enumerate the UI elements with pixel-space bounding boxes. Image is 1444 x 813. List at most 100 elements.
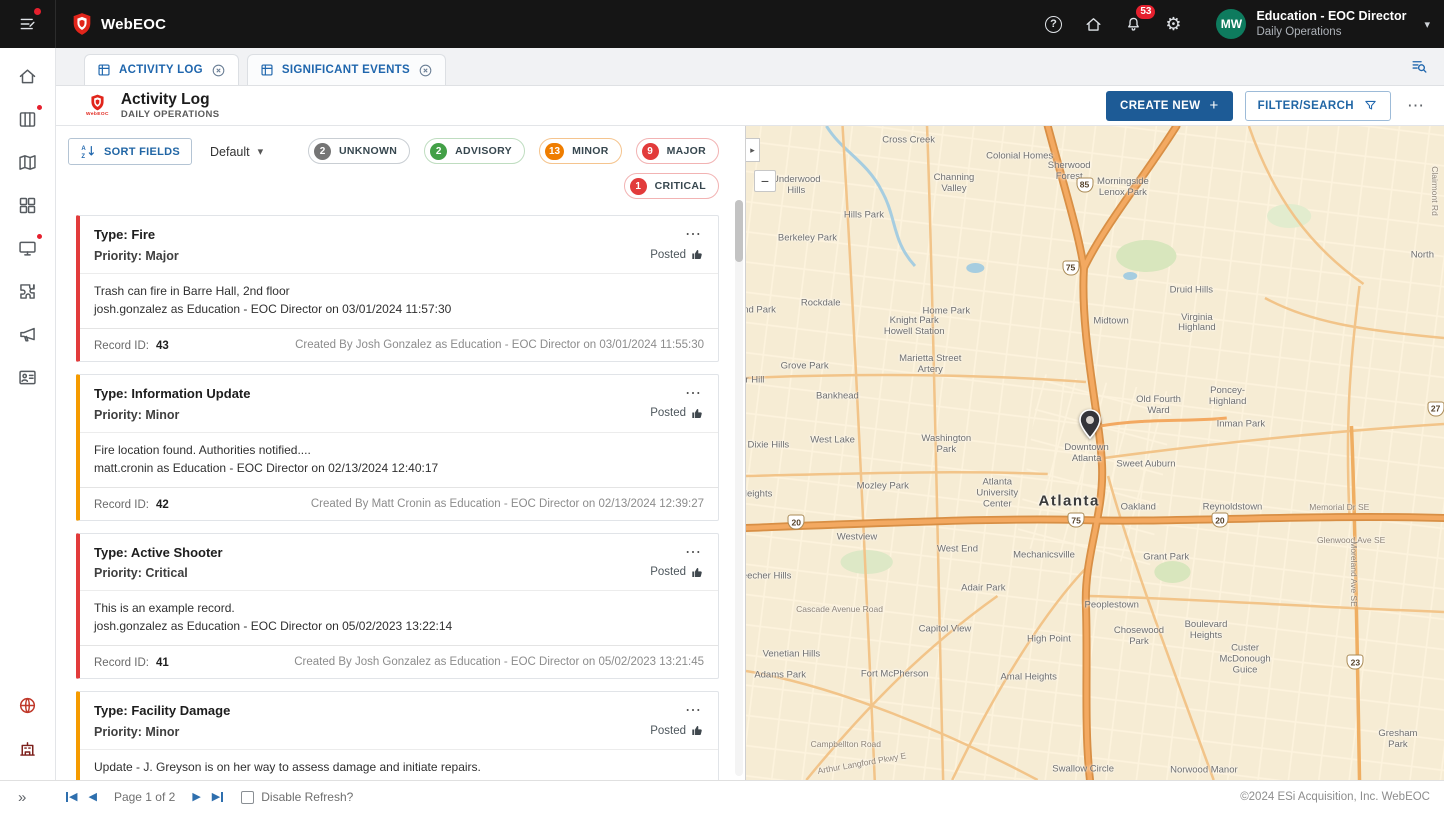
filter-search-label: FILTER/SEARCH xyxy=(1258,100,1354,112)
sidebar-item-home[interactable] xyxy=(10,58,46,94)
sidebar-item-globe[interactable] xyxy=(10,687,46,723)
sort-fields-button[interactable]: AZ SORT FIELDS xyxy=(68,138,192,165)
user-menu[interactable]: MW Education - EOC Director Daily Operat… xyxy=(1216,9,1430,39)
sidebar-item-maps[interactable] xyxy=(10,144,46,180)
help-button[interactable]: ? xyxy=(1038,9,1068,39)
sidebar-item-contacts[interactable] xyxy=(10,359,46,395)
map-pane: Cross CreekColonial HomesUnderwood Hills… xyxy=(745,126,1444,780)
scrollbar-thumb[interactable] xyxy=(735,200,743,262)
record-priority: Priority: Critical xyxy=(94,563,223,583)
record-id-value: 41 xyxy=(156,657,169,669)
svg-text:Z: Z xyxy=(81,154,85,160)
record-type: Type: Fire xyxy=(94,225,179,246)
activity-record[interactable]: Type: Information Update Priority: Minor… xyxy=(76,374,719,521)
board-titles: Activity Log DAILY OPERATIONS xyxy=(121,91,220,121)
close-tab-icon[interactable] xyxy=(418,63,433,78)
close-tab-icon[interactable] xyxy=(211,63,226,78)
thumbs-up-icon xyxy=(691,566,704,579)
sidebar-item-plugins[interactable] xyxy=(10,273,46,309)
record-type: Type: Facility Damage xyxy=(94,701,230,722)
filter-chip-unknown[interactable]: 2UNKNOWN xyxy=(308,138,410,164)
activity-record[interactable]: Type: Fire Priority: Major ⋯ Posted Tras… xyxy=(76,215,719,362)
activity-record[interactable]: Type: Facility Damage Priority: Minor ⋯ … xyxy=(76,691,719,780)
create-new-button[interactable]: CREATE NEW + xyxy=(1106,91,1233,121)
notifications-button[interactable]: 53 xyxy=(1118,9,1148,39)
first-page-button[interactable]: ◀ xyxy=(66,792,77,803)
status-chips: 2UNKNOWN2ADVISORY13MINOR9MAJOR1CRITICAL xyxy=(301,138,719,199)
sidebar-bottom xyxy=(10,687,46,766)
map-marker-pin[interactable] xyxy=(1078,409,1102,444)
record-id-label: Record ID: xyxy=(94,499,149,511)
tab-activity-log[interactable]: ACTIVITY LOG xyxy=(84,54,239,85)
posted-label: Posted xyxy=(650,407,686,419)
chip-label: UNKNOWN xyxy=(339,145,397,157)
zoom-out-button[interactable]: − xyxy=(754,170,776,192)
sidebar-item-apps[interactable] xyxy=(10,187,46,223)
record-body-line: josh.gonzalez as Education - EOC Directo… xyxy=(94,300,704,318)
board-grid-icon xyxy=(97,63,111,77)
prev-page-button[interactable]: ◀ xyxy=(88,792,96,803)
brand: WebEOC xyxy=(72,12,166,36)
user-name: Education - EOC Director xyxy=(1256,9,1406,25)
list-search-icon xyxy=(1410,57,1429,76)
next-page-button[interactable]: ▶ xyxy=(192,792,200,803)
record-more-button[interactable]: ⋯ xyxy=(682,543,704,563)
sidebar-top xyxy=(10,58,46,395)
organization-icon xyxy=(17,738,38,759)
sort-fields-label: SORT FIELDS xyxy=(104,146,180,158)
record-id-value: 42 xyxy=(156,499,169,511)
board-actions: CREATE NEW + FILTER/SEARCH ⋯ xyxy=(1106,91,1428,121)
record-created-by: Created By Josh Gonzalez as Education - … xyxy=(294,656,704,668)
filter-chip-critical[interactable]: 1 CRITICAL xyxy=(624,173,719,199)
home-button[interactable] xyxy=(1078,9,1108,39)
records-pane: AZ SORT FIELDS Default ▾ 2UNKNOWN2ADVISO… xyxy=(56,126,745,780)
menu-button[interactable] xyxy=(0,0,56,48)
monitor-icon xyxy=(17,238,38,259)
chip-label: MINOR xyxy=(572,145,609,157)
plugins-icon xyxy=(17,281,38,302)
tab-significant-events[interactable]: SIGNIFICANT EVENTS xyxy=(247,54,446,85)
disable-refresh-checkbox[interactable] xyxy=(241,791,254,804)
filter-chip-major[interactable]: 9MAJOR xyxy=(636,138,719,164)
thumbs-up-icon xyxy=(691,407,704,420)
map-canvas[interactable]: Cross CreekColonial HomesUnderwood Hills… xyxy=(746,126,1444,780)
chip-count-badge: 2 xyxy=(430,143,447,160)
filter-chip-advisory[interactable]: 2ADVISORY xyxy=(424,138,525,164)
chip-count-badge: 1 xyxy=(630,178,647,195)
sidebar-item-monitor[interactable] xyxy=(10,230,46,266)
settings-button[interactable]: ⚙ xyxy=(1158,9,1188,39)
topbar: WebEOC ? 53 ⚙ MW Education - EOC Directo… xyxy=(0,0,1444,48)
record-more-button[interactable]: ⋯ xyxy=(682,384,704,404)
record-header: Type: Information Update Priority: Minor… xyxy=(80,375,718,433)
gear-icon: ⚙ xyxy=(1165,15,1181,33)
globe-icon xyxy=(17,695,38,716)
record-body-line: Fire location found. Authorities notifie… xyxy=(94,441,704,459)
topbar-actions: ? 53 ⚙ MW Education - EOC Director Daily… xyxy=(1038,9,1444,39)
create-new-label: CREATE NEW xyxy=(1120,100,1200,112)
sidebar-expand-button[interactable]: » xyxy=(18,789,40,806)
record-more-button[interactable]: ⋯ xyxy=(682,225,704,245)
sidebar-item-broadcast[interactable] xyxy=(10,316,46,352)
record-posted-status: Posted xyxy=(650,724,704,737)
board-more-button[interactable]: ⋯ xyxy=(1403,96,1428,116)
highway-shield: 27 xyxy=(1427,401,1444,416)
map-collapse-handle[interactable]: ▸ xyxy=(746,138,760,162)
sidebar-item-boards[interactable] xyxy=(10,101,46,137)
chip-label: CRITICAL xyxy=(655,180,706,192)
record-more-button[interactable]: ⋯ xyxy=(682,701,704,721)
record-id-value: 43 xyxy=(156,340,169,352)
filter-chip-minor[interactable]: 13MINOR xyxy=(539,138,622,164)
board-search-button[interactable] xyxy=(1406,54,1432,80)
last-page-button[interactable]: ▶ xyxy=(212,792,223,803)
notification-dot xyxy=(36,104,43,111)
sidebar-item-organization[interactable] xyxy=(10,730,46,766)
sort-order-dropdown[interactable]: Default ▾ xyxy=(210,138,263,165)
boards-icon xyxy=(17,109,38,130)
activity-record[interactable]: Type: Active Shooter Priority: Critical … xyxy=(76,533,719,680)
scrollbar-track[interactable] xyxy=(735,200,743,776)
avatar: MW xyxy=(1216,9,1246,39)
filter-search-button[interactable]: FILTER/SEARCH xyxy=(1245,91,1391,121)
record-header: Type: Active Shooter Priority: Critical … xyxy=(80,534,718,592)
record-body-line: Trash can fire in Barre Hall, 2nd floor xyxy=(94,282,704,300)
hamburger-icon xyxy=(18,14,38,34)
